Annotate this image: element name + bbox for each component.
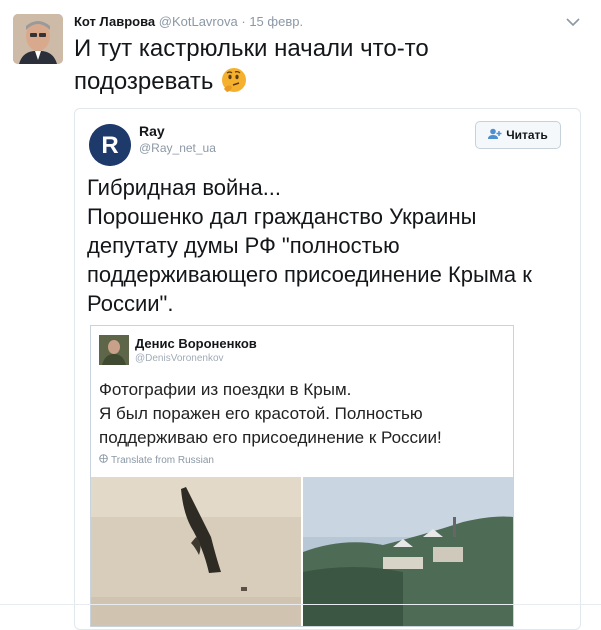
author-avatar[interactable]	[13, 14, 63, 64]
divider	[0, 604, 601, 605]
quoted-text-line: поддерживающего присоединение Крыма к	[87, 262, 532, 287]
follow-button[interactable]: Читать	[475, 121, 561, 149]
quoted-text-line: депутату думы РФ "полностью	[87, 233, 400, 258]
follow-label: Читать	[506, 128, 548, 142]
tweet: Кот Лаврова @KotLavrova · 15 февр. И тут…	[0, 0, 601, 630]
quoted-text-line: Порошенко дал гражданство Украины	[87, 204, 477, 229]
chevron-down-icon[interactable]	[566, 14, 580, 27]
embedded-avatar	[99, 335, 129, 365]
embedded-text-line: Фотографии из поездки в Крым.	[99, 380, 352, 399]
quoted-text-line: Гибридная война...	[87, 175, 282, 200]
tweet-date[interactable]: 15 февр.	[249, 14, 303, 29]
author-name[interactable]: Кот Лаврова	[74, 14, 155, 29]
translate-link: Translate from Russian	[99, 454, 214, 466]
tweet-text-content: И тут кастрюльки начали что-то подозрева…	[74, 35, 429, 95]
separator: ·	[241, 14, 246, 29]
embedded-author-name: Денис Вороненков	[135, 336, 257, 351]
embedded-text-line: Я был поражен его красотой. Полностью	[99, 404, 423, 423]
embedded-screenshot[interactable]: Денис Вороненков @DenisVoronenkov Фотогр…	[90, 325, 514, 627]
quoted-author-name[interactable]: Ray	[139, 123, 165, 139]
quoted-text-line: России".	[87, 291, 174, 316]
quoted-author-handle[interactable]: @Ray_net_ua	[139, 141, 216, 155]
tweet-text: И тут кастрюльки начали что-то подозрева…	[74, 32, 574, 98]
add-user-icon	[488, 128, 502, 143]
tweet-header: Кот Лаврова @KotLavrova · 15 февр.	[74, 14, 303, 29]
ray-avatar[interactable]: R	[89, 124, 131, 166]
quoted-tweet-card[interactable]: R Ray @Ray_net_ua Читать Гибридная война…	[74, 108, 581, 630]
embedded-text-line: поддерживаю его присоединение к России!	[99, 428, 442, 447]
thinking-face-icon	[220, 66, 248, 94]
translate-label: Translate from Russian	[111, 454, 214, 466]
globe-icon	[99, 454, 108, 466]
ray-logo-letter: R	[101, 132, 118, 159]
embedded-author-handle: @DenisVoronenkov	[135, 353, 224, 364]
quoted-tweet-text: Гибридная война... Порошенко дал граждан…	[87, 173, 572, 318]
author-handle[interactable]: @KotLavrova	[159, 14, 238, 29]
embedded-tweet-text: Фотографии из поездки в Крым. Я был пора…	[99, 378, 509, 450]
